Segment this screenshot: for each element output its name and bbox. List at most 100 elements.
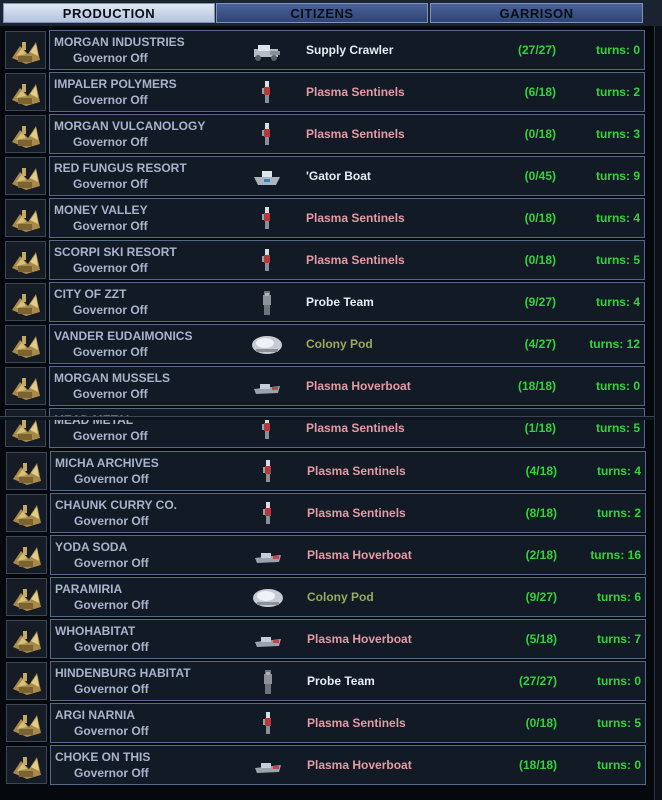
production-panel[interactable]: YODA SODA Governor Off Plasma Hoverboat … xyxy=(50,535,646,575)
city-base-icon[interactable] xyxy=(6,494,47,532)
production-panel[interactable]: SCORPI SKI RESORT Governor Off Plasma Se… xyxy=(49,240,645,280)
city-base-icon[interactable] xyxy=(5,199,46,237)
production-panel[interactable]: MEAD METAL Governor Off Plasma Sentinels… xyxy=(49,408,645,448)
city-row[interactable]: CHOKE ON THIS Governor Off Plasma Hoverb… xyxy=(4,745,647,785)
unit-name[interactable]: Plasma Sentinels xyxy=(306,127,405,141)
city-row[interactable]: MEAD METAL Governor Off Plasma Sentinels… xyxy=(3,408,646,448)
city-name[interactable]: MONEY VALLEY xyxy=(54,203,148,217)
unit-name[interactable]: Colony Pod xyxy=(306,337,373,351)
city-row[interactable]: CITY OF ZZT Governor Off Probe Team (9/2… xyxy=(3,282,646,322)
city-base-icon[interactable] xyxy=(6,704,47,742)
production-panel[interactable]: HINDENBURG HABITAT Governor Off Probe Te… xyxy=(50,661,646,701)
governor-status[interactable]: Governor Off xyxy=(74,556,149,570)
city-base-icon[interactable] xyxy=(5,283,46,321)
city-row[interactable]: ARGI NARNIA Governor Off Plasma Sentinel… xyxy=(4,703,647,743)
city-name[interactable]: MORGAN MUSSELS xyxy=(54,371,170,385)
governor-status[interactable]: Governor Off xyxy=(73,387,148,401)
production-panel[interactable]: ARGI NARNIA Governor Off Plasma Sentinel… xyxy=(50,703,646,743)
unit-name[interactable]: Plasma Hoverboat xyxy=(307,632,412,646)
city-name[interactable]: CITY OF ZZT xyxy=(54,287,126,301)
city-row[interactable]: VANDER EUDAIMONICS Governor Off Colony P… xyxy=(3,324,646,364)
unit-name[interactable]: Plasma Sentinels xyxy=(306,253,405,267)
governor-status[interactable]: Governor Off xyxy=(74,472,149,486)
production-panel[interactable]: RED FUNGUS RESORT Governor Off 'Gator Bo… xyxy=(49,156,645,196)
production-panel[interactable]: CITY OF ZZT Governor Off Probe Team (9/2… xyxy=(49,282,645,322)
unit-name[interactable]: Plasma Sentinels xyxy=(306,421,405,435)
governor-status[interactable]: Governor Off xyxy=(73,177,148,191)
city-name[interactable]: SCORPI SKI RESORT xyxy=(54,245,177,259)
governor-status[interactable]: Governor Off xyxy=(73,135,148,149)
city-row[interactable]: YODA SODA Governor Off Plasma Hoverboat … xyxy=(4,535,647,575)
city-name[interactable]: CHOKE ON THIS xyxy=(55,750,150,764)
governor-status[interactable]: Governor Off xyxy=(73,219,148,233)
unit-name[interactable]: Plasma Sentinels xyxy=(307,464,406,478)
city-base-icon[interactable] xyxy=(6,536,47,574)
city-name[interactable]: RED FUNGUS RESORT xyxy=(54,161,187,175)
production-panel[interactable]: VANDER EUDAIMONICS Governor Off Colony P… xyxy=(49,324,645,364)
scrollbar[interactable] xyxy=(654,26,662,800)
production-panel[interactable]: MORGAN INDUSTRIES Governor Off Supply Cr… xyxy=(49,30,645,70)
unit-name[interactable]: Plasma Hoverboat xyxy=(307,758,412,772)
city-row[interactable]: PARAMIRIA Governor Off Colony Pod (9/27)… xyxy=(4,577,647,617)
city-name[interactable]: WHOHABITAT xyxy=(55,624,135,638)
production-panel[interactable]: CHOKE ON THIS Governor Off Plasma Hoverb… xyxy=(50,745,646,785)
city-base-icon[interactable] xyxy=(6,452,47,490)
city-base-icon[interactable] xyxy=(5,241,46,279)
unit-name[interactable]: Probe Team xyxy=(307,674,375,688)
production-panel[interactable]: MICHA ARCHIVES Governor Off Plasma Senti… xyxy=(50,451,646,491)
city-row[interactable]: MORGAN MUSSELS Governor Off Plasma Hover… xyxy=(3,366,646,406)
tab-production[interactable]: PRODUCTION xyxy=(3,3,215,23)
unit-name[interactable]: Colony Pod xyxy=(307,590,374,604)
city-base-icon[interactable] xyxy=(5,73,46,111)
unit-name[interactable]: 'Gator Boat xyxy=(306,169,371,183)
city-base-icon[interactable] xyxy=(5,31,46,69)
production-panel[interactable]: MORGAN VULCANOLOGY Governor Off Plasma S… xyxy=(49,114,645,154)
city-name[interactable]: CHAUNK CURRY CO. xyxy=(55,498,177,512)
tab-garrison[interactable]: GARRISON xyxy=(430,3,643,23)
city-base-icon[interactable] xyxy=(5,115,46,153)
city-base-icon[interactable] xyxy=(6,620,47,658)
city-row[interactable]: SCORPI SKI RESORT Governor Off Plasma Se… xyxy=(3,240,646,280)
city-name[interactable]: MORGAN VULCANOLOGY xyxy=(54,119,205,133)
unit-name[interactable]: Probe Team xyxy=(306,295,374,309)
city-name[interactable]: VANDER EUDAIMONICS xyxy=(54,329,192,343)
city-name[interactable]: PARAMIRIA xyxy=(55,582,122,596)
city-name[interactable]: MORGAN INDUSTRIES xyxy=(54,35,185,49)
city-name[interactable]: YODA SODA xyxy=(55,540,127,554)
unit-name[interactable]: Plasma Hoverboat xyxy=(306,379,411,393)
governor-status[interactable]: Governor Off xyxy=(73,51,148,65)
city-row[interactable]: MORGAN INDUSTRIES Governor Off Supply Cr… xyxy=(3,30,646,70)
governor-status[interactable]: Governor Off xyxy=(74,514,149,528)
governor-status[interactable]: Governor Off xyxy=(74,766,149,780)
governor-status[interactable]: Governor Off xyxy=(73,93,148,107)
city-row[interactable]: RED FUNGUS RESORT Governor Off 'Gator Bo… xyxy=(3,156,646,196)
governor-status[interactable]: Governor Off xyxy=(73,429,148,443)
city-base-icon[interactable] xyxy=(5,157,46,195)
unit-name[interactable]: Plasma Sentinels xyxy=(306,85,405,99)
city-row[interactable]: CHAUNK CURRY CO. Governor Off Plasma Sen… xyxy=(4,493,647,533)
city-row[interactable]: MORGAN VULCANOLOGY Governor Off Plasma S… xyxy=(3,114,646,154)
governor-status[interactable]: Governor Off xyxy=(73,345,148,359)
city-name[interactable]: IMPALER POLYMERS xyxy=(54,77,177,91)
city-row[interactable]: WHOHABITAT Governor Off Plasma Hoverboat… xyxy=(4,619,647,659)
city-base-icon[interactable] xyxy=(6,662,47,700)
production-panel[interactable]: IMPALER POLYMERS Governor Off Plasma Sen… xyxy=(49,72,645,112)
city-row[interactable]: MICHA ARCHIVES Governor Off Plasma Senti… xyxy=(4,451,647,491)
production-panel[interactable]: WHOHABITAT Governor Off Plasma Hoverboat… xyxy=(50,619,646,659)
unit-name[interactable]: Supply Crawler xyxy=(306,43,393,57)
city-base-icon[interactable] xyxy=(6,578,47,616)
city-base-icon[interactable] xyxy=(6,746,47,784)
governor-status[interactable]: Governor Off xyxy=(74,598,149,612)
production-panel[interactable]: MORGAN MUSSELS Governor Off Plasma Hover… xyxy=(49,366,645,406)
city-name[interactable]: ARGI NARNIA xyxy=(55,708,135,722)
city-row[interactable]: MONEY VALLEY Governor Off Plasma Sentine… xyxy=(3,198,646,238)
unit-name[interactable]: Plasma Sentinels xyxy=(307,716,406,730)
governor-status[interactable]: Governor Off xyxy=(74,640,149,654)
production-panel[interactable]: PARAMIRIA Governor Off Colony Pod (9/27)… xyxy=(50,577,646,617)
city-base-icon[interactable] xyxy=(5,325,46,363)
governor-status[interactable]: Governor Off xyxy=(73,303,148,317)
governor-status[interactable]: Governor Off xyxy=(73,261,148,275)
city-row[interactable]: HINDENBURG HABITAT Governor Off Probe Te… xyxy=(4,661,647,701)
city-name[interactable]: MICHA ARCHIVES xyxy=(55,456,159,470)
unit-name[interactable]: Plasma Hoverboat xyxy=(307,548,412,562)
